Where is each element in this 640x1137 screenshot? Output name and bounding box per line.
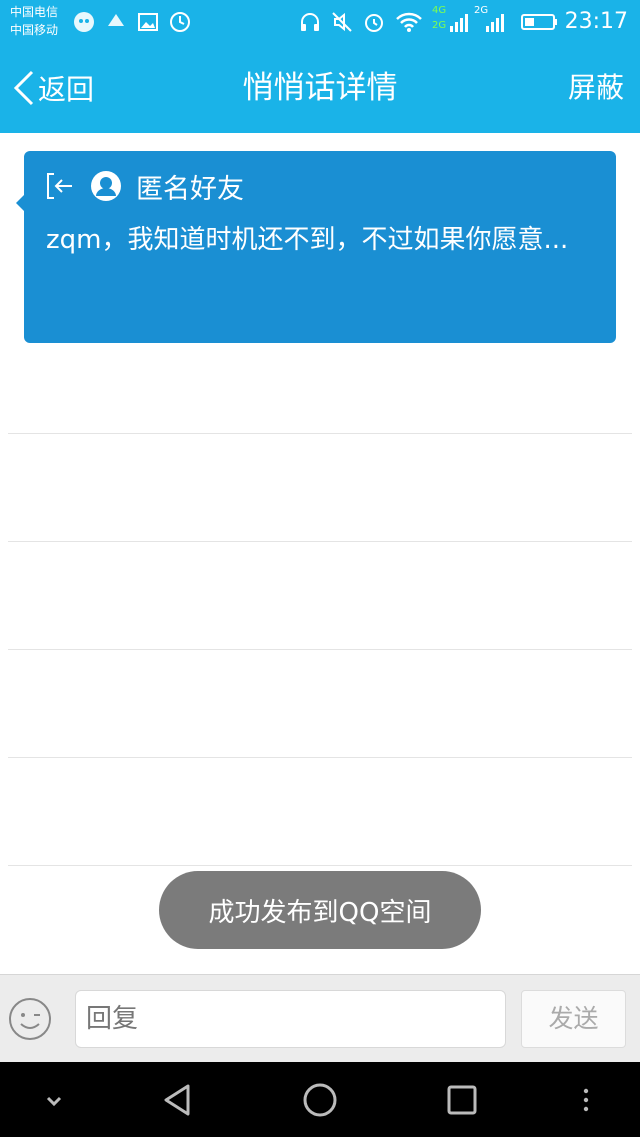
carrier-1: 中国电信	[10, 5, 59, 19]
battery-icon	[521, 14, 557, 30]
carrier-info: 中国电信 中国移动	[10, 3, 58, 39]
carrier-2: 中国移动	[10, 23, 59, 37]
sign-in-icon	[47, 173, 72, 199]
divider	[8, 865, 632, 866]
headphones-icon	[301, 13, 319, 31]
status-bar: 中国电信 中国移动 4G 2G 2G 23:17	[0, 0, 640, 44]
network-type-1: 4G	[432, 5, 447, 16]
chevron-down-icon[interactable]	[34, 1080, 74, 1120]
divider	[8, 757, 632, 758]
divider	[8, 649, 632, 650]
sender-name: 匿名好友	[136, 173, 244, 205]
reply-input[interactable]: 回复	[75, 990, 506, 1048]
alarm-icon	[365, 14, 383, 32]
clock: 23:17	[564, 9, 628, 34]
nav-bar: 返回 悄悄话详情 屏蔽	[0, 44, 640, 133]
emoji-icon[interactable]	[8, 997, 52, 1041]
back-triangle-icon[interactable]	[158, 1080, 198, 1120]
qq-notification-icon	[74, 12, 94, 32]
sync-notification-icon	[170, 12, 190, 32]
reply-bar: 回复 发送	[0, 974, 640, 1062]
message-text: zqm，我知道时机还不到，不过如果你愿意...	[46, 225, 569, 255]
divider	[8, 433, 632, 434]
divider	[8, 541, 632, 542]
network-type-2: 2G	[432, 20, 447, 31]
weather-notification-icon	[108, 14, 124, 26]
wifi-icon	[396, 12, 422, 32]
toast-message: 成功发布到QQ空间	[159, 871, 481, 949]
more-options-icon[interactable]	[566, 1080, 606, 1120]
message-header: 匿名好友	[44, 169, 244, 205]
signal-icon-2	[486, 14, 504, 32]
image-notification-icon	[138, 13, 158, 31]
signal-icon-1	[450, 14, 468, 32]
recent-apps-icon[interactable]	[442, 1080, 482, 1120]
system-nav-bar	[0, 1062, 640, 1137]
block-button[interactable]: 屏蔽	[568, 68, 624, 108]
toast-text: 成功发布到QQ空间	[208, 897, 432, 928]
home-circle-icon[interactable]	[300, 1080, 340, 1120]
message-card[interactable]: 匿名好友 zqm，我知道时机还不到，不过如果你愿意...	[16, 151, 616, 343]
anonymous-avatar-icon	[91, 171, 121, 201]
page-title: 悄悄话详情	[242, 70, 398, 106]
mute-icon	[332, 12, 352, 32]
send-button[interactable]: 发送	[521, 990, 626, 1048]
